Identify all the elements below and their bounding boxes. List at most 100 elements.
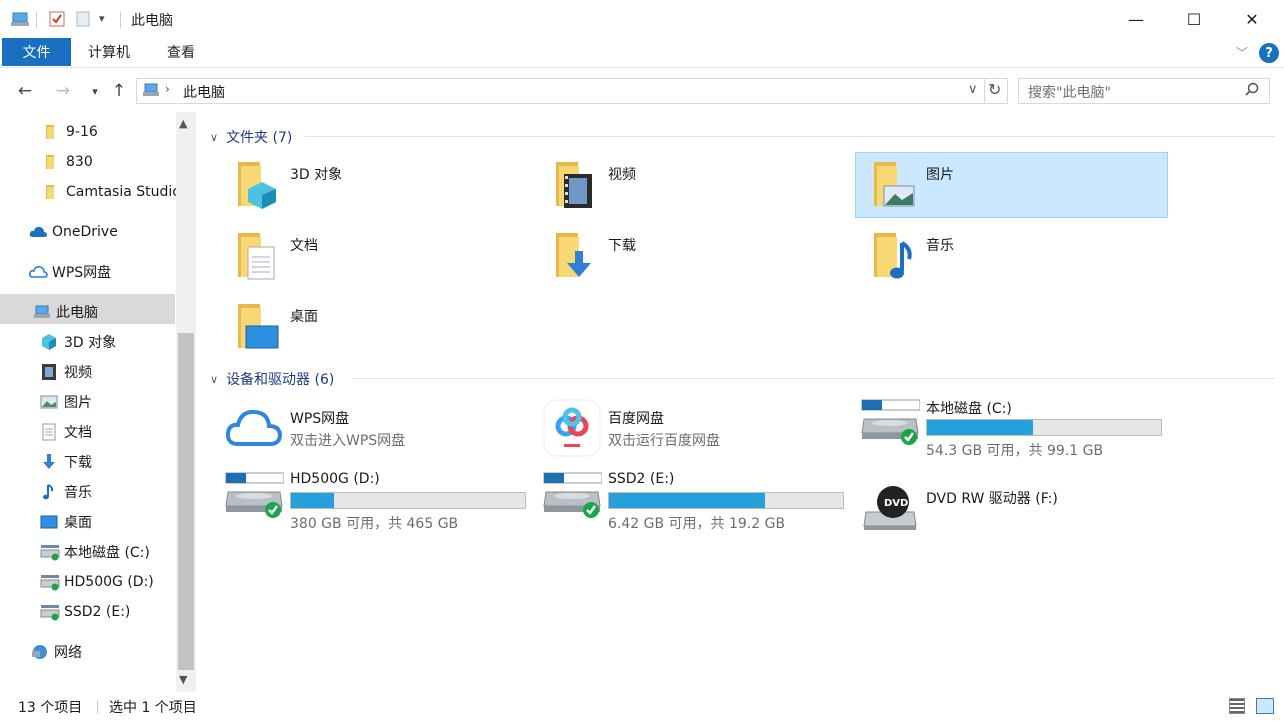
tab-file[interactable]: 文件 xyxy=(2,38,71,66)
status-divider xyxy=(97,700,98,714)
device-name: 百度网盘 xyxy=(608,411,664,427)
sidebar-item-label: 文档 xyxy=(64,425,92,441)
close-button[interactable]: ✕ xyxy=(1223,0,1281,38)
folder-tile[interactable]: 视频 xyxy=(548,160,848,216)
scroll-down-arrow-icon[interactable]: ▼ xyxy=(179,673,187,686)
computer-icon[interactable] xyxy=(10,10,29,28)
sidebar-item-drive[interactable]: SSD2 (E:) xyxy=(0,598,176,626)
minimize-button[interactable]: — xyxy=(1107,0,1165,38)
sidebar-item-folder[interactable]: 9-16 xyxy=(0,118,176,146)
ribbon-expand-chevron-icon[interactable]: ﹀ xyxy=(1236,44,1248,61)
sidebar-item-label: 网络 xyxy=(54,645,82,661)
tab-computer[interactable]: 计算机 xyxy=(88,38,130,66)
drive-usage-fill xyxy=(927,420,1033,435)
folder-name: 文档 xyxy=(290,238,318,254)
help-button[interactable]: ? xyxy=(1259,43,1279,63)
computer-icon xyxy=(32,303,50,321)
large-icons-view-icon[interactable] xyxy=(1256,698,1274,714)
sidebar-item-computer[interactable]: 此电脑 xyxy=(0,298,176,326)
toolbar-divider xyxy=(36,12,37,28)
sidebar-item-wps-cloud[interactable]: WPS网盘 xyxy=(0,258,176,286)
folder-name: 图片 xyxy=(926,167,954,183)
drive-usage-fill xyxy=(291,493,334,508)
drive-capacity-text: 380 GB 可用，共 465 GB xyxy=(290,516,459,532)
customize-dropdown-icon[interactable]: ▾ xyxy=(99,12,105,25)
refresh-icon[interactable]: ↻ xyxy=(988,80,1001,99)
sidebar-item-picture[interactable]: 图片 xyxy=(0,388,176,416)
devices-group-header[interactable]: ∨ 设备和驱动器 (6) xyxy=(210,369,334,389)
sidebar-item-label: 视频 xyxy=(64,365,92,381)
sidebar-item-label: 图片 xyxy=(64,395,92,411)
sidebar-item-label: 下载 xyxy=(64,455,92,471)
sidebar-item-label: 3D 对象 xyxy=(64,335,117,351)
collapse-chevron-icon[interactable]: ∨ xyxy=(210,131,218,144)
search-icon[interactable] xyxy=(1244,82,1260,102)
scroll-up-arrow-icon[interactable]: ▲ xyxy=(179,117,187,130)
device-tile[interactable]: WPS网盘 双击进入WPS网盘 xyxy=(224,398,529,462)
sidebar-item-label: 桌面 xyxy=(64,515,92,531)
sidebar-item-download[interactable]: 下载 xyxy=(0,448,176,476)
divider xyxy=(984,78,985,104)
sidebar-item-3d-object[interactable]: 3D 对象 xyxy=(0,328,176,356)
sidebar-item-folder[interactable]: 830 xyxy=(0,148,176,176)
device-tile[interactable]: HD500G (D:) 380 GB 可用，共 465 GB xyxy=(224,469,529,533)
folder-name: 视频 xyxy=(608,167,636,183)
maximize-button[interactable]: ☐ xyxy=(1165,0,1223,38)
folder-tile[interactable]: 音乐 xyxy=(866,231,1166,287)
breadcrumb[interactable]: 此电脑 xyxy=(183,82,225,102)
folder-tile[interactable]: 下载 xyxy=(548,231,848,287)
close-icon: ✕ xyxy=(1245,9,1259,29)
sidebar-item-desktop[interactable]: 桌面 xyxy=(0,508,176,536)
folders-group-header[interactable]: ∨ 文件夹 (7) xyxy=(210,127,292,147)
breadcrumb-chevron-icon[interactable]: › xyxy=(165,82,170,96)
download-icon xyxy=(40,453,58,471)
tab-view[interactable]: 查看 xyxy=(167,38,195,66)
drive-icon xyxy=(40,573,60,591)
back-arrow-icon[interactable]: ← xyxy=(14,80,36,102)
drive-usage-bar xyxy=(290,492,526,509)
device-tile[interactable]: 本地磁盘 (C:) 54.3 GB 可用，共 99.1 GB xyxy=(860,396,1165,460)
sidebar-item-drive[interactable]: 本地磁盘 (C:) xyxy=(0,538,176,566)
address-dropdown-chevron-icon[interactable]: ∨ xyxy=(968,82,978,97)
sidebar-item-video[interactable]: 视频 xyxy=(0,358,176,386)
sidebar-item-document[interactable]: 文档 xyxy=(0,418,176,446)
sidebar-item-folder[interactable]: Camtasia Studio xyxy=(0,178,176,206)
folder-tile[interactable]: 图片 xyxy=(866,160,1166,216)
wps-cloud-icon xyxy=(224,404,284,454)
sidebar-item-music[interactable]: 音乐 xyxy=(0,478,176,506)
picture-icon xyxy=(866,160,916,214)
new-folder-icon[interactable] xyxy=(75,10,93,28)
dvd-badge-label: DVD xyxy=(884,498,909,509)
recent-locations-chevron-icon[interactable]: ▾ xyxy=(84,80,106,102)
device-name: 本地磁盘 (C:) xyxy=(926,401,1012,417)
folder-tile[interactable]: 文档 xyxy=(230,231,530,287)
folder-tile[interactable]: 3D 对象 xyxy=(230,160,530,216)
device-tile[interactable]: SSD2 (E:) 6.42 GB 可用，共 19.2 GB xyxy=(542,469,847,533)
status-item-count: 13 个项目 xyxy=(18,700,83,716)
forward-arrow-icon[interactable]: → xyxy=(52,80,74,102)
device-tile[interactable]: 百度网盘双击运行百度网盘 xyxy=(542,398,847,462)
sidebar-item-network[interactable]: 网络 xyxy=(0,638,176,666)
details-view-icon[interactable] xyxy=(1229,698,1245,714)
group-divider xyxy=(352,378,1275,379)
address-bar[interactable] xyxy=(136,78,1008,104)
collapse-chevron-icon[interactable]: ∨ xyxy=(210,373,218,386)
device-description: 双击运行百度网盘 xyxy=(608,433,720,449)
sidebar-item-label: WPS网盘 xyxy=(52,265,112,281)
sidebar-item-label: Camtasia Studio xyxy=(66,184,176,200)
document-icon xyxy=(40,423,58,441)
sidebar-item-cloud[interactable]: OneDrive xyxy=(0,218,176,246)
drive-usage-fill xyxy=(609,493,765,508)
up-arrow-icon[interactable]: ↑ xyxy=(108,80,130,102)
devices-group-title: 设备和驱动器 (6) xyxy=(226,372,335,388)
3d-object-icon xyxy=(40,333,58,351)
folder-name: 下载 xyxy=(608,238,636,254)
drive-capacity-text: 6.42 GB 可用，共 19.2 GB xyxy=(608,516,786,532)
drive-icon xyxy=(40,543,60,561)
folder-tile[interactable]: 桌面 xyxy=(230,302,530,358)
sidebar-item-drive[interactable]: HD500G (D:) xyxy=(0,568,176,596)
scrollbar-thumb[interactable] xyxy=(178,333,194,670)
sidebar-item-label: 音乐 xyxy=(64,485,92,501)
properties-checkbox-icon[interactable] xyxy=(48,10,66,28)
device-tile[interactable]: DVD DVD RW 驱动器 (F:) xyxy=(860,476,1165,540)
